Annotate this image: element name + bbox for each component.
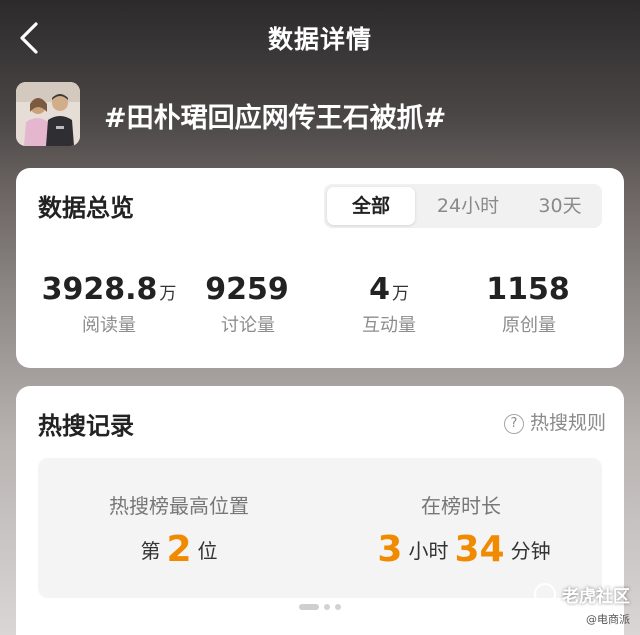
watermark-main: 老虎社区 — [562, 587, 630, 607]
duration-hours: 3 — [377, 529, 403, 570]
community-logo-icon — [534, 583, 556, 605]
topic-avatar — [16, 82, 80, 146]
stat-label: 原创量 — [502, 315, 556, 336]
stat-originals: 1158 原创量 — [454, 272, 604, 337]
rules-label: 热搜规则 — [529, 412, 606, 434]
duration-minutes: 34 — [454, 529, 505, 570]
time-on-list: 在榜时长 3 小时 34 分钟 — [320, 490, 602, 570]
stat-label: 讨论量 — [221, 315, 275, 336]
overview-card: 数据总览 全部 24小时 30天 3928.8 万 阅读量 9259 讨论量 4万… — [16, 168, 624, 368]
peak-position: 热搜榜最高位置 第2位 — [38, 490, 320, 570]
stat-value: 4 — [369, 272, 390, 307]
question-icon: ? — [503, 414, 524, 434]
stat-value: 1158 — [486, 272, 570, 307]
stat-reads: 3928.8 万 阅读量 — [34, 272, 184, 337]
hot-search-title: 热搜记录 — [38, 412, 134, 440]
watermark-sub: @电商派 — [586, 613, 630, 626]
peak-value: 2 — [166, 529, 192, 570]
overview-title: 数据总览 — [38, 194, 134, 222]
stat-label: 互动量 — [362, 315, 416, 336]
duration-hours-unit: 小时 — [408, 539, 449, 563]
watermark: 老虎社区 — [534, 582, 630, 607]
time-on-list-heading: 在榜时长 — [421, 494, 501, 518]
page-dot — [324, 604, 330, 610]
time-on-list-value-row: 3 小时 34 分钟 — [320, 529, 602, 570]
peak-prefix: 第 — [140, 539, 161, 563]
hot-search-rules-link[interactable]: ? 热搜规则 — [503, 408, 606, 435]
stat-value: 3928.8 — [41, 272, 158, 307]
stat-value: 9259 — [205, 272, 289, 307]
stat-label: 阅读量 — [82, 315, 136, 336]
duration-minutes-unit: 分钟 — [510, 539, 551, 563]
stat-unit: 万 — [391, 284, 409, 304]
page-dot-active — [299, 604, 319, 610]
topic-title[interactable]: #田朴珺回应网传王石被抓# — [104, 96, 446, 135]
peak-position-value-row: 第2位 — [38, 529, 320, 570]
hot-search-summary: 热搜榜最高位置 第2位 在榜时长 3 小时 34 分钟 — [38, 458, 602, 598]
hot-search-card: 热搜记录 ? 热搜规则 热搜榜最高位置 第2位 在榜时长 3 小时 34 分钟 — [16, 386, 624, 635]
tab-all[interactable]: 全部 — [327, 187, 415, 225]
peak-suffix: 位 — [197, 539, 218, 563]
peak-position-heading: 热搜榜最高位置 — [109, 494, 249, 518]
topic-header: #田朴珺回应网传王石被抓# — [16, 82, 616, 148]
tab-30-days[interactable]: 30天 — [520, 187, 600, 225]
time-range-tabs: 全部 24小时 30天 — [324, 184, 602, 228]
stat-discussions: 9259 讨论量 — [173, 272, 323, 337]
tab-24-hours[interactable]: 24小时 — [420, 187, 516, 225]
top-bar: 数据详情 — [0, 0, 640, 78]
stat-interactions: 4万 互动量 — [314, 272, 464, 337]
page-dot — [335, 604, 341, 610]
page-title: 数据详情 — [267, 25, 372, 54]
